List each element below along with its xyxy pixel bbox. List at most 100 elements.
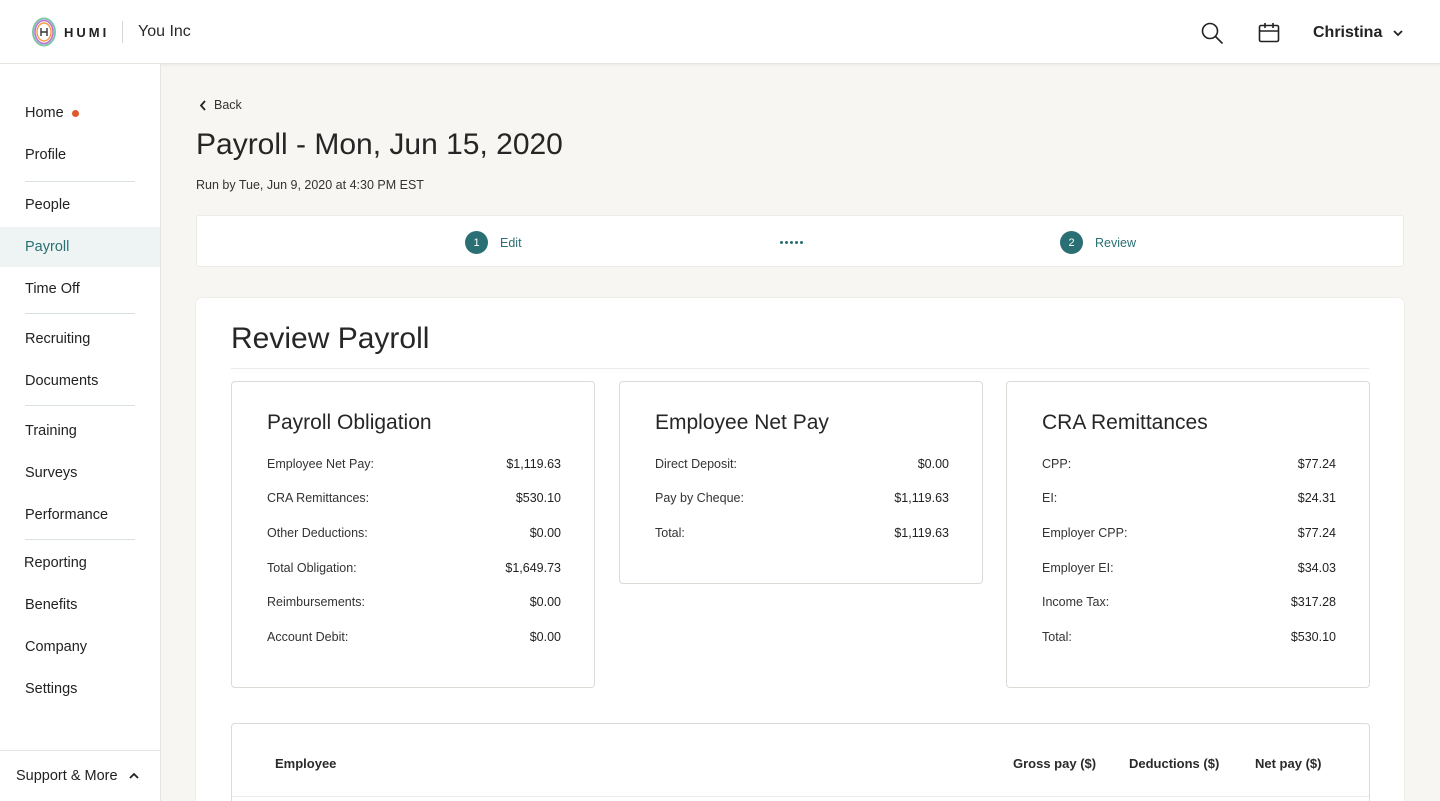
sidebar-item-documents[interactable]: Documents: [0, 361, 160, 401]
sidebar-item-label: Profile: [25, 147, 67, 163]
divider: [231, 368, 1369, 369]
sidebar-item-benefits[interactable]: Benefits: [0, 585, 160, 625]
top-bar: HUMI You Inc Christina: [0, 0, 1440, 64]
summary-row: Reimbursements: $0.00: [267, 595, 561, 609]
row-value: $1,119.63: [894, 491, 949, 505]
brand-name: HUMI: [64, 25, 110, 40]
sidebar-item-label: Training: [25, 423, 77, 439]
row-value: $530.10: [515, 491, 561, 505]
sidebar-item-label: Settings: [25, 681, 78, 697]
row-value: $0.00: [529, 595, 561, 609]
sidebar-item-people[interactable]: People: [0, 185, 160, 225]
sidebar-item-settings[interactable]: Settings: [0, 669, 160, 709]
card-title: Employee Net Pay: [655, 411, 829, 434]
row-label: Employee Net Pay:: [267, 457, 374, 471]
row-value: $1,649.73: [505, 561, 561, 575]
row-value: $77.24: [1297, 526, 1336, 540]
sidebar-item-label: Performance: [25, 507, 109, 523]
payroll-stepper: 1 Edit 2 Review: [196, 215, 1404, 267]
sidebar-item-reporting[interactable]: Reporting: [0, 543, 160, 583]
row-label: Account Debit:: [267, 630, 349, 644]
sidebar-divider: [25, 539, 135, 540]
summary-row: Employer CPP: $77.24: [1042, 526, 1336, 540]
sidebar-item-company[interactable]: Company: [0, 627, 160, 667]
page-title: Payroll - Mon, Jun 15, 2020: [196, 128, 563, 161]
summary-row: Income Tax: $317.28: [1042, 595, 1336, 609]
summary-row: Direct Deposit: $0.00: [655, 457, 949, 471]
sidebar-item-label: Recruiting: [25, 331, 91, 347]
step-number: 2: [1060, 231, 1083, 254]
calendar-icon[interactable]: [1257, 21, 1281, 45]
header-divider: [122, 21, 123, 43]
sidebar-item-surveys[interactable]: Surveys: [0, 453, 160, 493]
step-label: Edit: [500, 235, 522, 250]
summary-row: CRA Remittances: $530.10: [267, 491, 561, 505]
humi-logo-icon[interactable]: [31, 16, 57, 48]
row-label: Other Deductions:: [267, 526, 368, 540]
sidebar-item-payroll[interactable]: Payroll: [0, 227, 160, 267]
summary-row: Other Deductions: $0.00: [267, 526, 561, 540]
row-label: Pay by Cheque:: [655, 491, 744, 505]
row-label: Total:: [1042, 630, 1072, 644]
summary-row: CPP: $77.24: [1042, 457, 1336, 471]
row-value: $1,119.63: [894, 526, 949, 540]
row-value: $0.00: [529, 630, 561, 644]
chevron-up-icon: [128, 772, 139, 779]
column-header-employee[interactable]: Employee: [275, 756, 336, 771]
row-label: Income Tax:: [1042, 595, 1110, 609]
user-name: Christina: [1313, 24, 1383, 41]
sidebar-divider: [25, 313, 135, 314]
sidebar-item-performance[interactable]: Performance: [0, 495, 160, 535]
row-value: $530.10: [1290, 630, 1336, 644]
card-title: Payroll Obligation: [267, 411, 432, 434]
sidebar-item-training[interactable]: Training: [0, 411, 160, 451]
support-menu-button[interactable]: Support & More: [0, 750, 160, 801]
summary-row: Employer EI: $34.03: [1042, 561, 1336, 575]
row-value: $34.03: [1297, 561, 1336, 575]
row-label: CPP:: [1042, 457, 1072, 471]
run-by-text: Run by Tue, Jun 9, 2020 at 4:30 PM EST: [196, 178, 424, 192]
cra-remittances-card: CRA Remittances CPP: $77.24 EI: $24.31 E…: [1006, 381, 1370, 688]
review-payroll-panel: Review Payroll Payroll Obligation Employ…: [196, 298, 1404, 801]
row-value: $24.31: [1297, 491, 1336, 505]
sidebar-divider: [25, 405, 135, 406]
summary-row: Employee Net Pay: $1,119.63: [267, 457, 561, 471]
chevron-left-icon: [199, 99, 206, 111]
column-header-net-pay[interactable]: Net pay ($): [1255, 756, 1321, 771]
step-label: Review: [1095, 235, 1136, 250]
sidebar-item-home[interactable]: Home: [0, 93, 160, 133]
step-progress-dots: [780, 241, 803, 244]
sidebar-item-label: Payroll: [25, 239, 70, 255]
sidebar-item-time-off[interactable]: Time Off: [0, 269, 160, 309]
row-value: $0.00: [529, 526, 561, 540]
user-menu[interactable]: Christina: [1313, 22, 1404, 44]
summary-row: Total Obligation: $1,649.73: [267, 561, 561, 575]
step-number: 1: [465, 231, 488, 254]
payroll-obligation-card: Payroll Obligation Employee Net Pay: $1,…: [231, 381, 595, 688]
step-review[interactable]: 2 Review: [1060, 231, 1136, 254]
search-icon[interactable]: [1200, 21, 1224, 45]
row-label: Total:: [655, 526, 685, 540]
row-label: EI:: [1042, 491, 1058, 505]
employee-net-pay-card: Employee Net Pay Direct Deposit: $0.00 P…: [619, 381, 983, 584]
back-link[interactable]: Back: [199, 98, 242, 112]
sidebar-item-label: Company: [25, 639, 88, 655]
back-label: Back: [214, 98, 242, 112]
row-label: Total Obligation:: [267, 561, 357, 575]
chevron-down-icon: [1393, 30, 1403, 37]
sidebar-item-label: Time Off: [25, 281, 80, 297]
row-value: $77.24: [1297, 457, 1336, 471]
row-label: Employer EI:: [1042, 561, 1114, 575]
column-header-gross-pay[interactable]: Gross pay ($): [1013, 756, 1096, 771]
summary-row: Total: $1,119.63: [655, 526, 949, 540]
row-label: CRA Remittances:: [267, 491, 370, 505]
row-value: $0.00: [917, 457, 949, 471]
sidebar-item-label: Surveys: [25, 465, 78, 481]
summary-row: Total: $530.10: [1042, 630, 1336, 644]
step-edit[interactable]: 1 Edit: [465, 231, 522, 254]
row-label: Employer CPP:: [1042, 526, 1128, 540]
column-header-deductions[interactable]: Deductions ($): [1129, 756, 1219, 771]
sidebar-item-recruiting[interactable]: Recruiting: [0, 319, 160, 359]
summary-row: EI: $24.31: [1042, 491, 1336, 505]
sidebar-item-profile[interactable]: Profile: [0, 135, 160, 175]
